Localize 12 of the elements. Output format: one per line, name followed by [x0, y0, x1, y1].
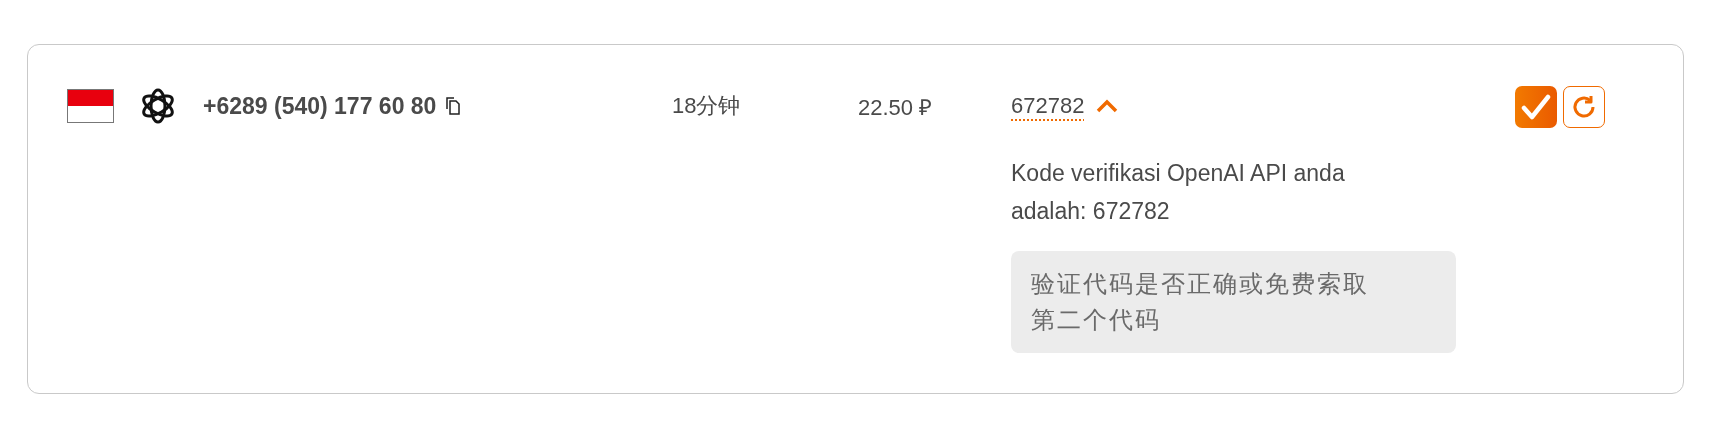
price: 22.50 ₽ [858, 94, 933, 121]
sms-message: Kode verifikasi OpenAI API anda adalah: 672782 [1011, 159, 1346, 226]
check-icon [1521, 94, 1551, 120]
duration: 18分钟 [672, 92, 741, 120]
phone-number: +6289 (540) 177 60 80 [203, 92, 437, 120]
refresh-button[interactable] [1563, 86, 1605, 128]
hint-note: 验证代码是否正确或免费索取第二个代码 [1011, 251, 1456, 353]
chevron-icon[interactable] [1096, 99, 1119, 113]
confirm-button[interactable] [1515, 86, 1557, 128]
verification-code: 672782 [1011, 93, 1085, 119]
copy-icon[interactable] [446, 97, 461, 115]
flag-icon [67, 89, 114, 123]
